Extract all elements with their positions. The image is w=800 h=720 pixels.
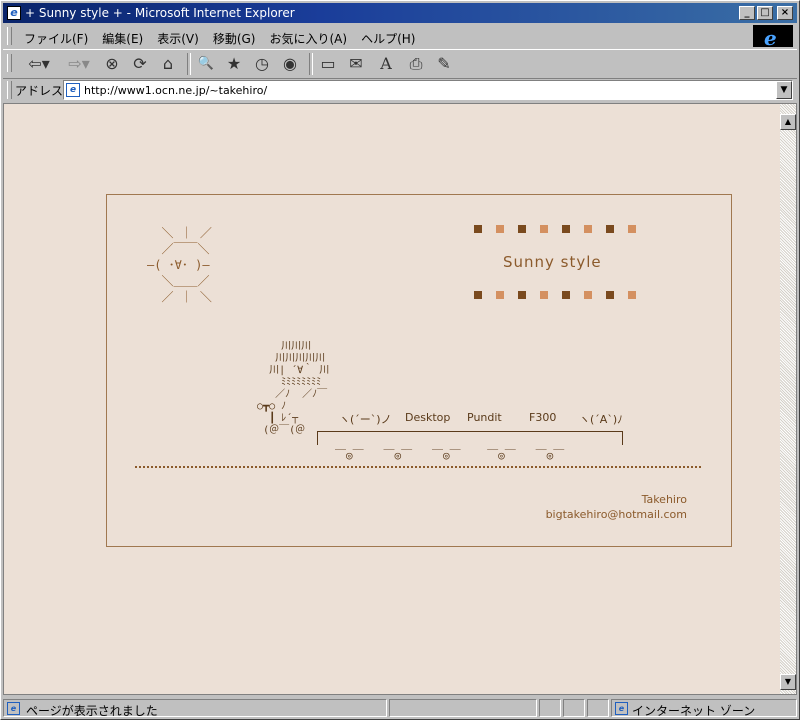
decorative-square <box>518 291 526 299</box>
decorative-square <box>518 225 526 233</box>
decorative-square <box>584 291 592 299</box>
address-url[interactable]: http://www1.ocn.ne.jp/~takehiro/ <box>84 84 267 97</box>
toolbar: ⇦▾ ⇨▾ ⊗ ⟳ ⌂ 🔍 ★ ◷ ◉ ▭ ✉ A ⎙ ✎ <box>3 49 797 79</box>
decorative-squares-bottom <box>474 291 636 299</box>
train-car-face[interactable]: ヽ(´ー`)ノ <box>339 411 392 427</box>
decorative-square <box>474 225 482 233</box>
menu-file[interactable]: ファイル(F) <box>17 28 95 49</box>
forward-button[interactable]: ⇨▾ <box>61 53 97 75</box>
rail-line <box>135 466 703 468</box>
train-car-pundit[interactable]: Pundit <box>467 411 502 424</box>
address-field[interactable]: e http://www1.ocn.ne.jp/~takehiro/ ▼ <box>63 80 793 100</box>
refresh-button[interactable]: ⟳ <box>129 53 151 75</box>
decorative-square <box>540 225 548 233</box>
scroll-down-button[interactable]: ▼ <box>780 674 796 690</box>
decorative-square <box>584 225 592 233</box>
train-cars-outline <box>317 431 623 445</box>
print-button[interactable]: ⎙ <box>405 53 427 75</box>
author-email[interactable]: bigtakehiro@hotmail.com <box>546 508 687 521</box>
menu-edit[interactable]: 編集(E) <box>95 28 150 49</box>
font-button[interactable]: A <box>375 53 397 75</box>
status-panel-main: e ページが表示されました <box>3 699 387 718</box>
channels-button[interactable]: ◉ <box>279 53 301 75</box>
address-label: アドレス <box>15 84 64 98</box>
decorative-square <box>540 291 548 299</box>
train-car-desktop[interactable]: Desktop <box>405 411 450 424</box>
decorative-square <box>496 225 504 233</box>
sun-ascii-art: ＼ ｜ ／ ／￣￣＼ ―( ･∀･ )― ＼＿＿／ ／ ｜ ＼ <box>147 226 212 304</box>
maximize-button[interactable]: □ <box>757 6 773 20</box>
decorative-squares-top <box>474 225 636 233</box>
decorative-square <box>496 291 504 299</box>
train-ascii-art: 川川川 川川川川川 川| ´∀｀ 川 ﾐﾐﾐﾐﾐﾐﾐﾐ ／ﾉ ／ﾉ￣ ○┳○ ﾉ… <box>257 341 330 436</box>
train-wheels: ￣◎￣ ￣◎￣ ￣◎￣ ￣◎￣ ￣◎￣ <box>335 449 565 462</box>
back-button[interactable]: ⇦▾ <box>21 53 57 75</box>
status-bar: e ページが表示されました e インターネット ゾーン <box>3 698 797 718</box>
menu-grip[interactable] <box>7 27 12 45</box>
status-panel-3 <box>587 699 609 717</box>
scroll-up-button[interactable]: ▲ <box>780 114 796 130</box>
content-frame: ＼ ｜ ／ ／￣￣＼ ―( ･∀･ )― ＼＿＿／ ／ ｜ ＼ Sunny st… <box>106 194 732 547</box>
toolbar-separator <box>309 53 313 75</box>
edit-button[interactable]: ✎ <box>433 53 455 75</box>
address-dropdown-button[interactable]: ▼ <box>776 81 792 99</box>
browser-window: e + Sunny style + - Microsoft Internet E… <box>0 0 800 720</box>
decorative-square <box>628 225 636 233</box>
menu-bar: ファイル(F) 編集(E) 表示(V) 移動(G) お気に入り(A) ヘルプ(H… <box>3 25 797 50</box>
home-button[interactable]: ⌂ <box>157 53 179 75</box>
ie-page-icon: e <box>7 6 21 20</box>
train-car-face-2[interactable]: ヽ(´A`)ﾉ <box>579 411 623 427</box>
mail-button[interactable]: ✉ <box>345 53 367 75</box>
toolbar-grip[interactable] <box>7 54 12 72</box>
menu-help[interactable]: ヘルプ(H) <box>354 28 422 49</box>
close-button[interactable]: × <box>777 6 793 20</box>
author-name: Takehiro <box>641 493 687 506</box>
decorative-square <box>606 225 614 233</box>
decorative-square <box>606 291 614 299</box>
page-done-icon: e <box>7 702 20 715</box>
decorative-square <box>562 291 570 299</box>
page-icon: e <box>66 83 80 97</box>
ie-logo-icon: e <box>753 25 793 50</box>
train-car-f300[interactable]: F300 <box>529 411 556 424</box>
status-panel-1 <box>539 699 561 717</box>
internet-zone-icon: e <box>615 702 628 715</box>
decorative-square <box>474 291 482 299</box>
menu-favorites[interactable]: お気に入り(A) <box>262 28 354 49</box>
zone-text: インターネット ゾーン <box>632 704 756 718</box>
page-viewport: ＼ ｜ ／ ／￣￣＼ ―( ･∀･ )― ＼＿＿／ ／ ｜ ＼ Sunny st… <box>3 103 797 695</box>
favorites-button[interactable]: ★ <box>223 53 245 75</box>
menu-go[interactable]: 移動(G) <box>206 28 263 49</box>
toolbar-separator <box>187 53 191 75</box>
vertical-scrollbar[interactable]: ▲ ▼ <box>780 104 796 694</box>
stop-button[interactable]: ⊗ <box>101 53 123 75</box>
title-bar[interactable]: e + Sunny style + - Microsoft Internet E… <box>3 3 797 23</box>
decorative-square <box>628 291 636 299</box>
fullscreen-button[interactable]: ▭ <box>317 53 339 75</box>
status-panel-2 <box>563 699 585 717</box>
address-bar: アドレス e http://www1.ocn.ne.jp/~takehiro/ … <box>3 79 797 101</box>
status-panel-progress <box>389 699 537 717</box>
status-panel-zone: e インターネット ゾーン <box>611 699 797 718</box>
status-text: ページが表示されました <box>26 704 158 718</box>
search-button[interactable]: 🔍 <box>195 53 217 75</box>
menu-view[interactable]: 表示(V) <box>150 28 206 49</box>
window-title: + Sunny style + - Microsoft Internet Exp… <box>25 6 295 20</box>
address-grip[interactable] <box>7 81 12 99</box>
site-title: Sunny style <box>503 253 602 271</box>
minimize-button[interactable]: _ <box>739 6 755 20</box>
decorative-square <box>562 225 570 233</box>
history-button[interactable]: ◷ <box>251 53 273 75</box>
